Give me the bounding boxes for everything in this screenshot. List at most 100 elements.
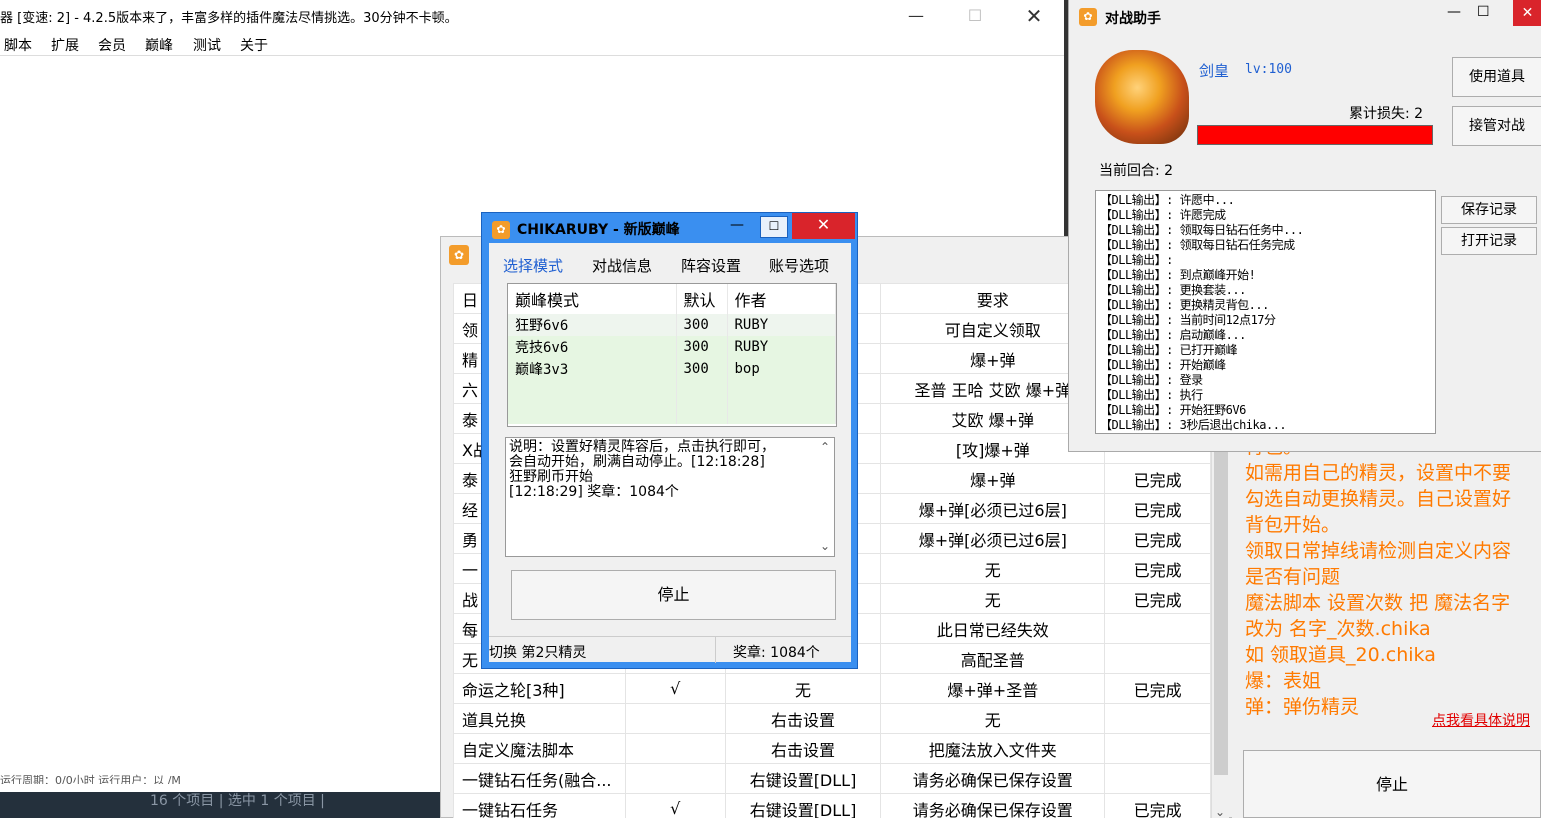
cell-star: √: [624, 793, 726, 818]
cell-setting: 右键设置[DLL]: [724, 763, 882, 794]
loss-label: 累计损失: 2: [1349, 106, 1424, 122]
cell-mode: 竞技6v6: [508, 336, 677, 358]
table-row[interactable]: 命运之轮[3种] √ 无爆+弹+圣普 已完成: [453, 673, 1211, 704]
cell-status: 已完成: [1104, 523, 1211, 554]
cell-name: 命运之轮[3种]: [453, 673, 626, 704]
save-log-button[interactable]: 保存记录: [1441, 196, 1537, 224]
mode-row[interactable]: 狂野6v6 300 RUBY: [508, 314, 836, 336]
tab-account-options[interactable]: 账号选项: [769, 255, 829, 276]
empty-row: [508, 380, 836, 402]
main-window-title: 器 [变速: 2] - 4.2.5版本来了，丰富多样的插件魔法尽情挑选。30分钟…: [0, 11, 458, 26]
tab-select-mode[interactable]: 选择模式: [503, 255, 563, 276]
cell-name: 一键钻石任务: [453, 793, 626, 818]
column-header-author: 作者: [727, 284, 836, 314]
cell-default: 300: [676, 358, 728, 380]
hero-level: lv:100: [1245, 62, 1292, 77]
scroll-down-icon[interactable]: ⌄: [820, 539, 830, 554]
cell-author: RUBY: [727, 314, 836, 336]
cell-name: 自定义魔法脚本: [453, 733, 626, 764]
cell-star: √: [624, 673, 726, 704]
cell-req: 高配圣普: [880, 643, 1106, 674]
round-label: 当前回合: 2: [1099, 163, 1174, 179]
hero-name: 剑皇: [1199, 62, 1230, 80]
log-line: 【DLL输出】: 3秒后退出chika...: [1100, 418, 1287, 432]
close-button[interactable]: ✕: [1513, 0, 1541, 26]
menu-script[interactable]: 脚本: [4, 35, 32, 55]
main-menu-bar: 脚本 扩展 会员 巅峰 测试 关于: [0, 32, 1066, 56]
close-button[interactable]: ✕: [792, 213, 855, 239]
cell-status: 已完成: [1104, 463, 1211, 494]
table-row[interactable]: 一键钻石任务 √ 右键设置[DLL] 请务必确保已保存设置 已完成: [453, 793, 1211, 818]
menu-about[interactable]: 关于: [240, 35, 268, 55]
stop-button[interactable]: 停止: [511, 570, 836, 620]
log-line: 【DLL输出】: 领取每日钻石任务完成: [1100, 238, 1295, 252]
help-line: 是否有问题: [1245, 566, 1341, 588]
cell-star: [624, 703, 726, 734]
cell-status: [1104, 733, 1211, 764]
cell-default: 300: [676, 336, 728, 358]
table-row[interactable]: 自定义魔法脚本 右击设置 把魔法放入文件夹: [453, 733, 1211, 764]
cell-req: 请务必确保已保存设置: [880, 793, 1106, 818]
chikaruby-title: CHIKARUBY - 新版巅峰: [517, 222, 680, 238]
description-line: 狂野刷币开始: [509, 469, 593, 485]
cell-setting: 右击设置: [724, 703, 882, 734]
cell-mode: 狂野6v6: [508, 314, 677, 336]
help-line: 领取日常掉线请检测自定义内容: [1245, 540, 1512, 562]
help-line: 爆：表姐: [1245, 670, 1322, 692]
scroll-up-icon[interactable]: ⌃: [820, 440, 830, 455]
explorer-status-bar: 16 个项目 | 选中 1 个项目 |: [0, 792, 440, 818]
minimize-button[interactable]: —: [1447, 4, 1461, 20]
use-item-button[interactable]: 使用道具: [1452, 57, 1541, 97]
scroll-down-icon[interactable]: ⌄: [1215, 805, 1225, 818]
help-line: 改为 名字_次数.chika: [1245, 618, 1431, 640]
table-row[interactable]: 一键钻石任务(融合... 右键设置[DLL] 请务必确保已保存设置: [453, 763, 1211, 794]
maximize-button[interactable]: ☐: [952, 0, 998, 32]
log-line: 【DLL输出】: 登录: [1100, 373, 1203, 387]
help-line: 勾选自动更换精灵。自己设置好: [1245, 488, 1512, 510]
help-text: 背包。如需用自己的精灵，设置中不要勾选自动更换精灵。自己设置好背包开始。领取日常…: [1245, 434, 1511, 720]
log-line: 【DLL输出】: 更换精灵背包...: [1100, 298, 1269, 312]
log-line: 【DLL输出】: 已打开巅峰: [1100, 343, 1238, 357]
maximize-button[interactable]: ☐: [760, 216, 788, 238]
explorer-status-text: 16 个项目 | 选中 1 个项目 |: [150, 793, 325, 809]
cell-req: 把魔法放入文件夹: [880, 733, 1106, 764]
menu-member[interactable]: 会员: [98, 35, 126, 55]
empty-row: [508, 402, 836, 424]
tab-battle-info[interactable]: 对战信息: [592, 255, 652, 276]
hero-avatar: [1095, 50, 1189, 144]
log-line: 【DLL输出】: 到点巅峰开始!: [1100, 268, 1256, 282]
help-link[interactable]: 点我看具体说明: [1432, 710, 1530, 730]
cell-status: [1104, 703, 1211, 734]
log-line: 【DLL输出】: 许愿完成: [1100, 208, 1226, 222]
takeover-battle-button[interactable]: 接管对战: [1452, 106, 1541, 146]
column-header-mode: 巅峰模式: [508, 284, 677, 314]
minimize-button[interactable]: —: [730, 217, 744, 233]
cell-empty: [676, 402, 728, 424]
open-log-button[interactable]: 打开记录: [1441, 227, 1537, 255]
cell-req: 无: [880, 553, 1106, 584]
cell-status: [1104, 613, 1211, 644]
chikaruby-window: ✿ CHIKARUBY - 新版巅峰 — ☐ ✕ 选择模式 对战信息 阵容设置 …: [481, 212, 858, 669]
menu-peak[interactable]: 巅峰: [145, 35, 173, 55]
log-line: 【DLL输出】: 执行: [1100, 388, 1203, 402]
stop-button[interactable]: 停止: [1243, 750, 1541, 818]
minimize-button[interactable]: —: [893, 0, 939, 32]
mode-row[interactable]: 巅峰3v3 300 bop: [508, 358, 836, 380]
maximize-button[interactable]: ☐: [1477, 4, 1490, 20]
cell-req: 请务必确保已保存设置: [880, 763, 1106, 794]
chikaruby-body: 选择模式 对战信息 阵容设置 账号选项 巅峰模式 默认 作者 狂野6v6 300 R…: [489, 243, 851, 663]
dll-log: 【DLL输出】: 许愿中... 【DLL输出】: 许愿完成 【DLL输出】: 领取每…: [1095, 190, 1436, 434]
menu-test[interactable]: 测试: [193, 35, 221, 55]
cell-empty: [727, 380, 836, 402]
mode-row[interactable]: 竞技6v6 300 RUBY: [508, 336, 836, 358]
menu-extend[interactable]: 扩展: [51, 35, 79, 55]
description-line: [12:18:29] 奖章：1084个: [509, 484, 679, 500]
cell-author: RUBY: [727, 336, 836, 358]
cell-default: 300: [676, 314, 728, 336]
close-button[interactable]: ✕: [1011, 0, 1057, 32]
peak-mode-list[interactable]: 巅峰模式 默认 作者 狂野6v6 300 RUBY 竞技6v6 300 RUBY 巅峰3v3…: [507, 283, 837, 427]
table-row[interactable]: 道具兑换 右击设置无: [453, 703, 1211, 734]
help-line: 魔法脚本 设置次数 把 魔法名字: [1245, 592, 1511, 614]
cell-empty: [727, 402, 836, 424]
tab-lineup-settings[interactable]: 阵容设置: [681, 255, 741, 276]
